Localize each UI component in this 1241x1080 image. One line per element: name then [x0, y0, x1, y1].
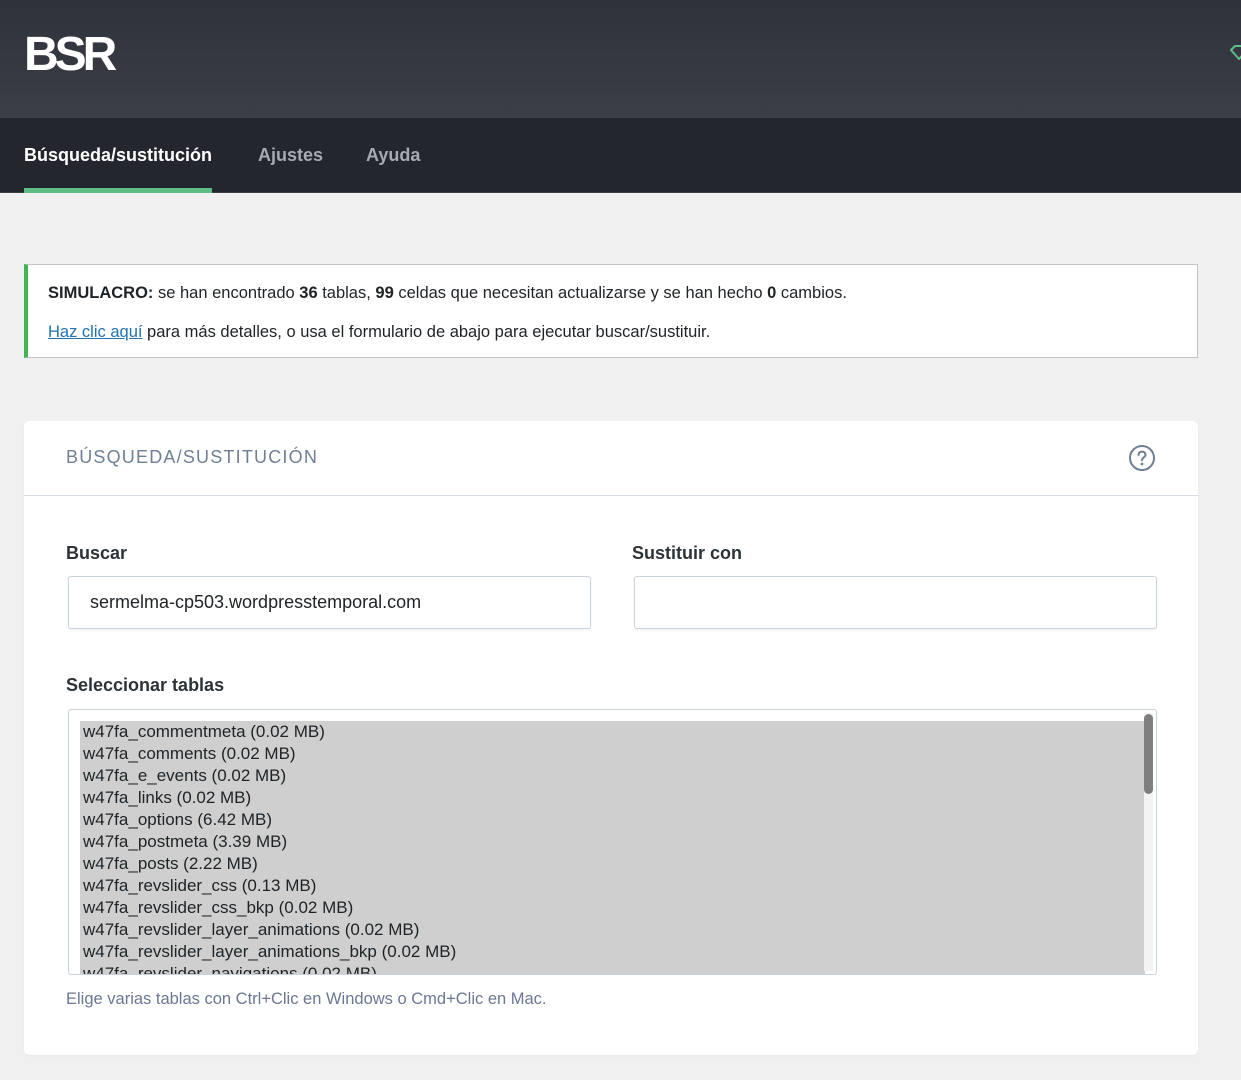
tab-bar: Búsqueda/sustitución Ajustes Ayuda — [0, 118, 1241, 193]
notice-details-text: para más detalles, o usa el formulario d… — [142, 323, 711, 341]
diamond-icon[interactable] — [1229, 44, 1241, 62]
table-option[interactable]: w47fa_commentmeta (0.02 MB) — [80, 721, 1145, 743]
table-option[interactable]: w47fa_options (6.42 MB) — [80, 809, 1145, 831]
help-icon[interactable] — [1128, 444, 1156, 472]
notice-cells-count: 99 — [375, 284, 394, 302]
tables-list: w47fa_commentmeta (0.02 MB) w47fa_commen… — [80, 721, 1145, 974]
replace-label: Sustituir con — [632, 543, 743, 563]
table-option[interactable]: w47fa_revslider_layer_animations_bkp (0.… — [80, 941, 1145, 963]
panel-title: BÚSQUEDA/SUSTITUCIÓN — [66, 447, 319, 467]
details-link[interactable]: Haz clic aquí — [48, 323, 142, 341]
notice-changes-count: 0 — [767, 284, 777, 302]
replace-input[interactable] — [634, 576, 1157, 629]
tables-select[interactable]: w47fa_commentmeta (0.02 MB) w47fa_commen… — [68, 709, 1157, 975]
table-option[interactable]: w47fa_revslider_layer_animations (0.02 M… — [80, 919, 1145, 941]
search-input[interactable] — [68, 576, 591, 629]
table-option[interactable]: w47fa_links (0.02 MB) — [80, 787, 1145, 809]
notice-tables-count: 36 — [299, 284, 318, 302]
table-option[interactable]: w47fa_e_events (0.02 MB) — [80, 765, 1145, 787]
search-label: Buscar — [66, 543, 128, 563]
top-header: BSR — [0, 0, 1241, 118]
notice-prefix: SIMULACRO: — [48, 284, 154, 302]
notice-details: Haz clic aquí para más detalles, o usa e… — [48, 323, 710, 342]
tables-label: Seleccionar tablas — [66, 675, 225, 695]
table-option[interactable]: w47fa_postmeta (3.39 MB) — [80, 831, 1145, 853]
tab-search-replace[interactable]: Búsqueda/sustitución — [24, 118, 213, 193]
tab-help[interactable]: Ayuda — [366, 118, 420, 193]
notice-text-2: tablas, — [317, 284, 376, 302]
notice-text-3: celdas que necesitan actualizarse y se h… — [393, 284, 768, 302]
tables-scrollbar-thumb[interactable] — [1144, 714, 1153, 794]
dry-run-notice: SIMULACRO: se han encontrado 36 tablas, … — [24, 264, 1198, 358]
logo-text: BSR — [24, 28, 117, 81]
notice-summary: SIMULACRO: se han encontrado 36 tablas, … — [48, 284, 847, 303]
table-option[interactable]: w47fa_posts (2.22 MB) — [80, 853, 1145, 875]
search-replace-panel: BÚSQUEDA/SUSTITUCIÓN Buscar Sustituir co… — [24, 421, 1198, 1055]
notice-text-1: se han encontrado — [153, 284, 300, 302]
multi-select-hint: Elige varias tablas con Ctrl+Clic en Win… — [66, 990, 547, 1008]
tab-settings[interactable]: Ajustes — [258, 118, 323, 193]
table-option[interactable]: w47fa_revslider_css (0.13 MB) — [80, 875, 1145, 897]
table-option[interactable]: w47fa_revslider_css_bkp (0.02 MB) — [80, 897, 1145, 919]
panel-header: BÚSQUEDA/SUSTITUCIÓN — [24, 421, 1198, 496]
bsr-logo[interactable]: BSR — [24, 28, 117, 81]
table-option[interactable]: w47fa_comments (0.02 MB) — [80, 743, 1145, 765]
table-option[interactable]: w47fa_revslider_navigations (0.02 MB) — [80, 963, 1145, 974]
notice-text-4: cambios. — [776, 284, 847, 302]
